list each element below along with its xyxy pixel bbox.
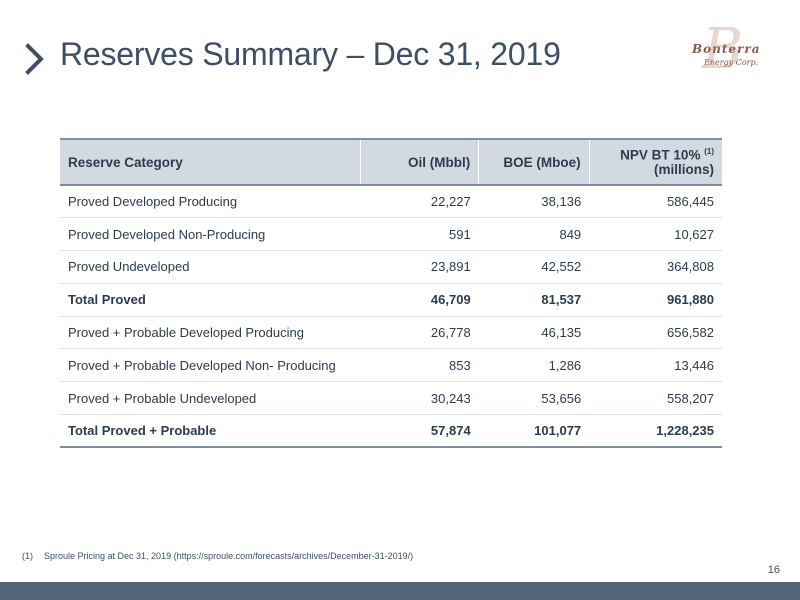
footer-bar [0,582,800,600]
cell-oil: 591 [360,217,479,252]
page-number: 16 [767,564,780,576]
table-row: Proved Undeveloped 23,891 42,552 364,808 [60,250,722,284]
cell-oil: 57,874 [360,414,479,449]
header-npv-footnote-ref: (1) [704,146,714,156]
cell-oil: 46,709 [360,283,479,317]
header-npv: NPV BT 10% (1) (millions) [589,138,722,186]
cell-oil: 22,227 [360,185,479,219]
cell-oil: 30,243 [360,381,479,416]
cell-category: Total Proved [60,283,361,317]
cell-npv: 13,446 [589,348,722,383]
table-row: Proved + Probable Undeveloped 30,243 53,65… [60,381,722,416]
cell-category: Proved + Probable Developed Producing [60,316,361,350]
footnote-text: Sproule Pricing at Dec 31, 2019 (https:/… [44,551,414,561]
cell-boe: 101,077 [478,414,590,449]
cell-oil: 23,891 [360,250,479,284]
chevron-right-icon [25,43,44,75]
cell-npv: 586,445 [589,185,722,219]
cell-boe: 81,537 [478,283,590,317]
cell-npv: 656,582 [589,316,722,350]
cell-boe: 46,135 [478,316,590,350]
cell-category: Proved Developed Non-Producing [60,217,361,252]
table-row: Total Proved 46,709 81,537 961,880 [60,283,722,317]
logo-subtitle: Energy Corp. [704,58,759,67]
cell-boe: 53,656 [478,381,590,416]
cell-npv: 558,207 [589,381,722,416]
table-row: Proved Developed Non-Producing 591 849 10,6… [60,217,722,252]
table-row: Proved + Probable Developed Producing 26,… [60,316,722,350]
table-row: Proved + Probable Developed Non- Produci… [60,348,722,383]
cell-category: Proved + Probable Undeveloped [60,381,361,416]
cell-boe: 42,552 [478,250,590,284]
page-title: Reserves Summary – Dec 31, 2019 [60,36,561,72]
company-logo: B Bonterra Energy Corp. [688,22,761,80]
table-row: Proved Developed Producing 22,227 38,136 58… [60,185,722,219]
cell-npv: 364,808 [589,250,722,284]
cell-oil: 26,778 [360,316,479,350]
footnote-marker: (1) [22,551,33,561]
cell-category: Total Proved + Probable [60,414,361,449]
cell-category: Proved + Probable Developed Non- Produci… [60,348,361,383]
header-boe: BOE (Mboe) [478,138,590,186]
header-npv-unit: (millions) [654,162,714,178]
header-npv-label: NPV BT 10% [620,147,701,163]
cell-category: Proved Undeveloped [60,250,361,284]
table-row: Total Proved + Probable 57,874 101,077 1,22… [60,414,722,449]
header-oil: Oil (Mbbl) [360,138,480,186]
footnote: (1) Sproule Pricing at Dec 31, 2019 (http… [22,551,413,561]
logo-name: Bonterra [692,42,761,56]
cell-boe: 38,136 [478,185,590,219]
cell-oil: 853 [360,348,479,383]
reserves-table: Reserve Category Oil (Mbbl) BOE (Mboe) N… [60,138,722,449]
cell-boe: 849 [478,217,590,252]
table-body: Proved Developed Producing 22,227 38,136 58… [60,185,722,449]
cell-npv: 961,880 [589,283,722,317]
cell-boe: 1,286 [478,348,590,383]
cell-category: Proved Developed Producing [60,185,361,219]
header-reserve-category: Reserve Category [60,138,361,186]
cell-npv: 10,627 [589,217,722,252]
table-header-row: Reserve Category Oil (Mbbl) BOE (Mboe) N… [60,138,722,186]
cell-npv: 1,228,235 [589,414,722,449]
